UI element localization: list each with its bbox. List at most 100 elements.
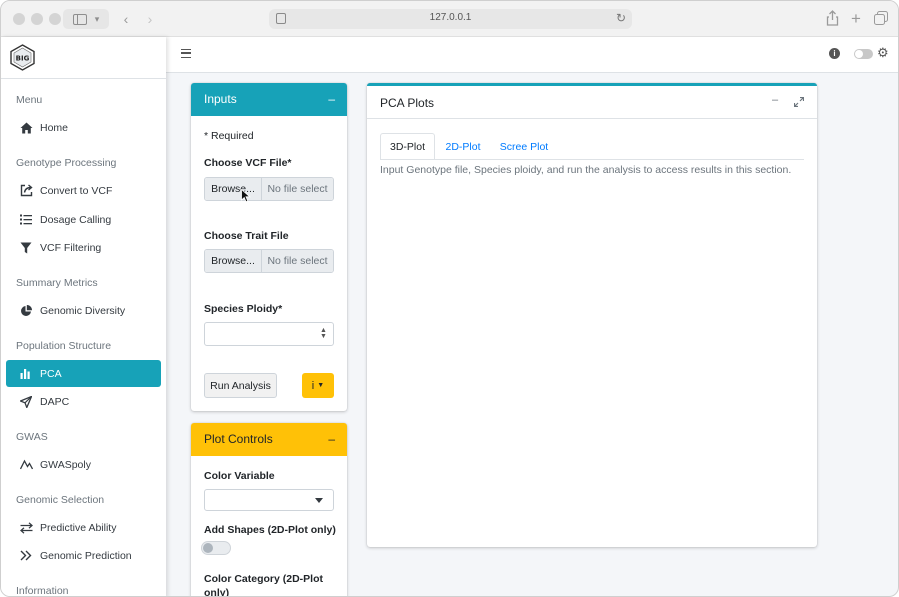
inputs-collapse-button[interactable]: –: [328, 92, 335, 106]
number-spinner-icon[interactable]: ▲ ▼: [320, 327, 327, 340]
reload-icon[interactable]: ↻: [616, 11, 626, 25]
inputs-card-title: Inputs: [204, 92, 237, 106]
vcf-file-label: Choose VCF File*: [204, 157, 292, 169]
forward-button[interactable]: ›: [143, 9, 157, 29]
back-button[interactable]: ‹: [119, 9, 133, 29]
required-note: * Required: [204, 130, 254, 142]
mouse-cursor-icon: [241, 189, 251, 203]
sidebar-item-label: Genomic Diversity: [40, 304, 126, 317]
list-icon: [19, 213, 33, 227]
browser-toolbar: ▾ ‹ › 127.0.0.1 ↻ +: [1, 1, 898, 37]
species-ploidy-input[interactable]: ▲ ▼: [204, 322, 334, 346]
big-logo: BIG: [10, 44, 35, 71]
trait-browse-button[interactable]: Browse...: [205, 250, 262, 272]
sidebar-divider: [1, 78, 166, 79]
plot-controls-collapse-button[interactable]: –: [328, 432, 335, 446]
tab-divider: [380, 159, 804, 160]
sidebar-item-genomic-prediction[interactable]: Genomic Prediction: [6, 542, 161, 569]
plot-controls-header: Plot Controls –: [191, 423, 347, 456]
sidebar-item-home[interactable]: Home: [6, 114, 161, 141]
section-genomic-selection: Genomic Selection: [16, 494, 105, 506]
trait-file-label: Choose Trait File: [204, 230, 289, 242]
color-variable-label: Color Variable: [204, 470, 275, 482]
sidebar: BIG Menu Home Genotype Processing Conver…: [1, 37, 166, 596]
send-icon: [19, 395, 33, 409]
section-menu: Menu: [16, 94, 43, 106]
gear-icon[interactable]: ⚙: [877, 45, 889, 61]
sidebar-item-label: Dosage Calling: [40, 213, 112, 226]
expand-icon[interactable]: [794, 97, 804, 107]
sidebar-toggle-button[interactable]: ▾: [63, 9, 109, 29]
inputs-card-header: Inputs –: [191, 83, 347, 116]
dark-mode-toggle[interactable]: [854, 49, 873, 59]
trait-file-input[interactable]: Browse... No file select: [204, 249, 334, 273]
sidebar-item-gwaspoly[interactable]: GWASpoly: [6, 451, 161, 478]
sidebar-item-vcf-filtering[interactable]: VCF Filtering: [6, 234, 161, 261]
bar-chart-icon: [19, 367, 33, 381]
sidebar-item-label: VCF Filtering: [40, 241, 102, 254]
sidebar-icon: [72, 13, 87, 25]
sidebar-item-label: Genomic Prediction: [40, 549, 132, 562]
pca-placeholder-message: Input Genotype file, Species ploidy, and…: [380, 164, 792, 176]
color-category-label: Color Category (2D-Plot only): [204, 573, 324, 597]
add-shapes-label: Add Shapes (2D-Plot only): [204, 524, 336, 536]
sidebar-item-pca[interactable]: PCA: [6, 360, 161, 387]
sidebar-item-genomic-diversity[interactable]: Genomic Diversity: [6, 297, 161, 324]
add-shapes-switch[interactable]: [201, 541, 231, 555]
sidebar-item-label: GWASpoly: [40, 458, 91, 471]
color-variable-select[interactable]: [204, 489, 334, 511]
home-icon: [19, 121, 33, 135]
section-genotype-processing: Genotype Processing: [16, 157, 117, 169]
sidebar-item-label: Convert to VCF: [40, 184, 113, 197]
pca-plots-card: PCA Plots – 3D-Plot 2D-Plot Scree Plot I…: [367, 83, 817, 547]
sidebar-item-label: DAPC: [40, 395, 70, 408]
sidebar-item-predictive-ability[interactable]: Predictive Ability: [6, 514, 161, 541]
chevron-down-icon: ▾: [94, 13, 100, 24]
species-ploidy-label: Species Ploidy*: [204, 303, 283, 315]
logo-text: BIG: [16, 55, 30, 63]
plot-controls-card: Plot Controls – Color Variable Add Shape…: [191, 423, 347, 597]
caret-down-icon: [315, 498, 323, 503]
line-chart-icon: [19, 458, 33, 472]
address-bar[interactable]: 127.0.0.1 ↻: [269, 9, 632, 29]
section-population-structure: Population Structure: [16, 340, 112, 352]
trait-file-name: No file select: [262, 250, 333, 272]
vcf-file-input[interactable]: Browse... No file select: [204, 177, 334, 201]
pca-header-divider: [367, 118, 817, 119]
sidebar-item-label: Predictive Ability: [40, 521, 117, 534]
plot-controls-title: Plot Controls: [204, 432, 273, 446]
pca-plots-title: PCA Plots: [380, 96, 435, 110]
close-window-button[interactable]: [13, 13, 25, 25]
tab-3d-plot[interactable]: 3D-Plot: [380, 133, 435, 160]
new-tab-icon[interactable]: +: [849, 9, 863, 29]
share-icon[interactable]: [826, 10, 839, 26]
tab-scree-plot[interactable]: Scree Plot: [495, 133, 553, 160]
help-button-label: i: [311, 379, 315, 392]
run-analysis-button[interactable]: Run Analysis: [204, 373, 277, 398]
help-dropdown-button[interactable]: i ▼: [302, 373, 334, 398]
caret-down-icon: ▼: [317, 382, 325, 389]
hamburger-menu-icon[interactable]: [181, 49, 191, 58]
sidebar-item-label: PCA: [40, 367, 62, 380]
double-chevron-icon: [19, 549, 33, 563]
minimize-window-button[interactable]: [31, 13, 43, 25]
section-gwas: GWAS: [16, 431, 48, 443]
sidebar-item-label: Home: [40, 121, 69, 134]
section-summary-metrics: Summary Metrics: [16, 277, 98, 289]
vcf-browse-button[interactable]: Browse...: [205, 178, 262, 200]
tabs-overview-icon[interactable]: [874, 11, 888, 25]
sidebar-item-dapc[interactable]: DAPC: [6, 388, 161, 415]
info-icon[interactable]: i: [829, 48, 840, 59]
vcf-file-name: No file select: [262, 178, 333, 200]
tab-2d-plot[interactable]: 2D-Plot: [439, 133, 487, 160]
arrows-icon: [19, 521, 33, 535]
sidebar-item-convert-to-vcf[interactable]: Convert to VCF: [6, 177, 161, 204]
browser-window: ▾ ‹ › 127.0.0.1 ↻ + i ⚙ BIG Menu Home Ge…: [0, 0, 899, 597]
zoom-window-button[interactable]: [49, 13, 61, 25]
minimize-icon[interactable]: –: [772, 94, 778, 106]
filter-icon: [19, 241, 33, 255]
sidebar-item-dosage-calling[interactable]: Dosage Calling: [6, 206, 161, 233]
address-text: 127.0.0.1: [429, 12, 472, 23]
app-navbar: i ⚙: [166, 37, 898, 73]
pie-chart-icon: [19, 304, 33, 318]
